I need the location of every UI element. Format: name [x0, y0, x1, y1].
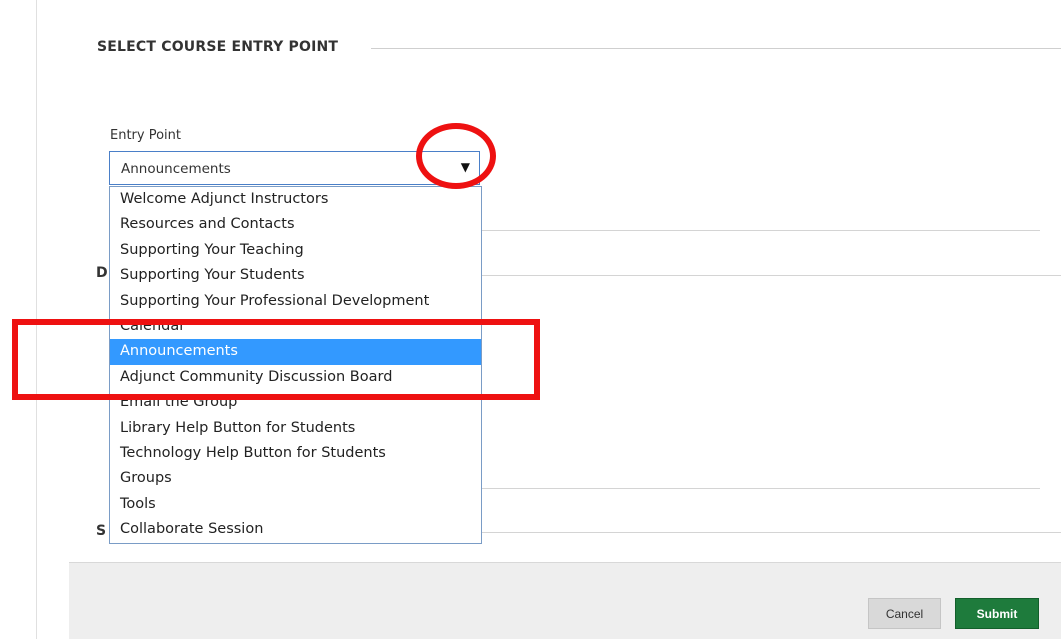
dropdown-option[interactable]: Collaborate Session — [110, 517, 481, 542]
dropdown-option[interactable]: Welcome Adjunct Instructors — [110, 187, 481, 212]
divider-line — [482, 532, 1061, 533]
divider-line — [482, 230, 1040, 231]
dropdown-option[interactable]: Technology Help Button for Students — [110, 441, 481, 466]
dropdown-option[interactable]: Supporting Your Students — [110, 263, 481, 288]
partial-heading-s: S — [96, 523, 107, 539]
course-entry-point-page: SELECT COURSE ENTRY POINT Entry Point D … — [0, 0, 1061, 639]
entry-point-selected-value: Announcements — [121, 161, 231, 177]
dropdown-option[interactable]: Groups — [110, 466, 481, 491]
section-divider — [371, 48, 1061, 49]
dropdown-option[interactable]: Tools — [110, 492, 481, 517]
dropdown-option[interactable]: Supporting Your Professional Development — [110, 289, 481, 314]
annotation-rectangle — [12, 319, 540, 400]
dropdown-option[interactable]: Library Help Button for Students — [110, 416, 481, 441]
divider-line — [482, 488, 1040, 489]
dropdown-option[interactable]: Supporting Your Teaching — [110, 238, 481, 263]
dropdown-option[interactable]: Resources and Contacts — [110, 212, 481, 237]
annotation-circle — [416, 123, 496, 189]
divider-line — [482, 275, 1061, 276]
section-title: SELECT COURSE ENTRY POINT — [97, 39, 339, 55]
entry-point-label: Entry Point — [110, 128, 181, 143]
partial-heading-d: D — [96, 265, 108, 281]
submit-button[interactable]: Submit — [955, 598, 1039, 629]
cancel-button[interactable]: Cancel — [868, 598, 941, 629]
